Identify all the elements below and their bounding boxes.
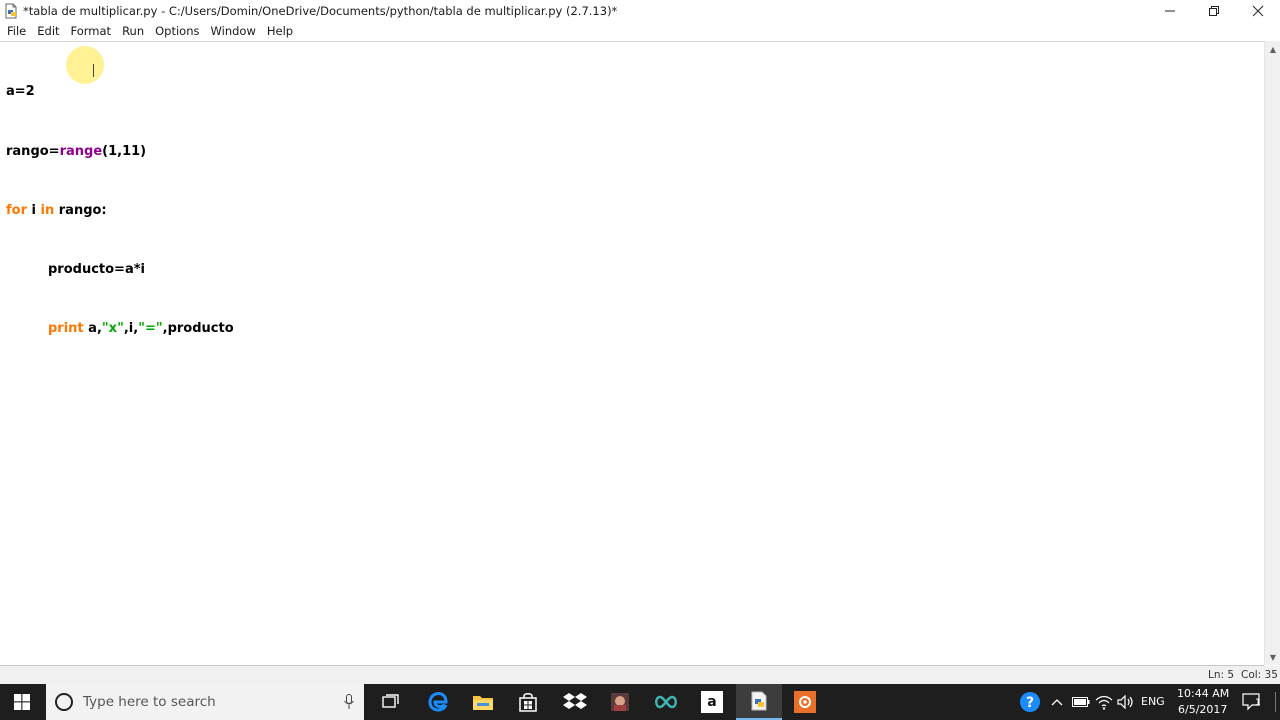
menu-edit[interactable]: Edit [32, 21, 64, 41]
code-line: for i in rango: [6, 201, 234, 221]
code-line: rango=range(1,11) [6, 142, 234, 162]
store-button[interactable] [506, 684, 550, 720]
cortana-icon [55, 693, 73, 711]
title-bar: *tabla de multiplicar.py - C:/Users/Domi… [0, 0, 1280, 21]
volume-button[interactable] [1115, 684, 1137, 720]
idle-file-icon [3, 3, 19, 19]
dropbox-button[interactable] [553, 684, 597, 720]
search-placeholder: Type here to search [83, 694, 216, 710]
close-button[interactable] [1236, 0, 1280, 21]
text-cursor-icon [93, 64, 95, 77]
string-token: "=" [138, 320, 163, 336]
photo-app-icon [611, 693, 629, 711]
action-center-button[interactable]: 1 [1238, 684, 1266, 720]
column-number: Col: 35 [1241, 669, 1278, 681]
orange-app-button[interactable] [783, 684, 827, 720]
window-title: *tabla de multiplicar.py - C:/Users/Domi… [23, 3, 618, 18]
code-text[interactable]: a=2 rango=range(1,11) for i in rango: pr… [6, 43, 234, 378]
string-token: "x" [101, 320, 124, 336]
task-view-button[interactable] [368, 684, 412, 720]
status-bar: Ln: 5 Col: 35 [0, 666, 1280, 684]
photo-app-button[interactable] [598, 684, 642, 720]
arduino-infinity-icon [655, 695, 677, 709]
menu-window[interactable]: Window [206, 21, 261, 41]
arduino-button[interactable] [644, 684, 688, 720]
code-token: rango: [54, 202, 107, 218]
builtin-token: range [59, 143, 103, 159]
restore-button[interactable] [1192, 0, 1236, 21]
speaker-icon [1117, 695, 1133, 709]
code-token: a, [83, 320, 102, 336]
idle-icon [751, 691, 767, 711]
code-token: ,producto [162, 320, 234, 336]
edge-button[interactable] [416, 684, 460, 720]
wifi-icon [1095, 695, 1113, 710]
taskbar-search[interactable]: Type here to search [46, 684, 364, 720]
task-view-icon [382, 694, 399, 708]
keyword-token: print [48, 320, 84, 336]
menu-options[interactable]: Options [150, 21, 204, 41]
microphone-icon[interactable] [344, 694, 354, 710]
code-token: a=2 [6, 84, 35, 100]
help-icon: ? [1020, 692, 1040, 712]
language-indicator[interactable]: ENG [1141, 695, 1165, 708]
code-token: ,i, [123, 320, 139, 336]
taskbar: Type here to search a ? ENG 10:44 AM 6/5… [0, 684, 1280, 720]
line-number: Ln: 5 [1208, 669, 1235, 681]
svg-text:a: a [707, 694, 716, 710]
restore-icon [1209, 5, 1219, 16]
vertical-scrollbar[interactable]: ▲ ▼ [1264, 41, 1280, 665]
folder-icon [473, 696, 493, 710]
windows-logo-icon [14, 694, 30, 710]
scroll-up-icon[interactable]: ▲ [1265, 41, 1280, 57]
code-token: i [27, 202, 41, 218]
menu-run[interactable]: Run [117, 21, 149, 41]
menu-format[interactable]: Format [66, 21, 117, 41]
network-button[interactable] [1093, 684, 1115, 720]
orange-app-icon [794, 691, 816, 713]
minimize-icon [1165, 10, 1175, 11]
menu-help[interactable]: Help [262, 21, 298, 41]
store-bag-icon [519, 693, 537, 712]
code-line: print a,"x",i,"=",producto [6, 319, 234, 339]
help-tray-button[interactable]: ? [1016, 684, 1044, 720]
code-line: producto=a*i [6, 260, 234, 280]
keyword-token: for [6, 202, 27, 218]
battery-button[interactable] [1070, 684, 1092, 720]
chevron-up-icon [1051, 699, 1063, 706]
amazon-icon: a [701, 691, 723, 713]
dropbox-icon [563, 693, 587, 709]
code-token: rango= [6, 143, 60, 159]
amazon-button[interactable]: a [690, 684, 734, 720]
show-desktop-divider [1274, 692, 1276, 712]
menu-bar: File Edit Format Run Options Window Help [0, 21, 1280, 41]
code-token: producto=a*i [48, 261, 145, 277]
keyword-token: in [40, 202, 55, 218]
code-line: a=2 [6, 82, 234, 102]
clock-time[interactable]: 10:44 AM [1177, 687, 1229, 700]
clock-date[interactable]: 6/5/2017 [1178, 703, 1227, 716]
minimize-button[interactable] [1148, 0, 1192, 21]
file-explorer-button[interactable] [461, 684, 505, 720]
code-token: (1,11) [102, 143, 147, 159]
notification-count: 1 [1255, 698, 1261, 708]
edge-icon [428, 692, 448, 712]
menu-file[interactable]: File [2, 21, 31, 41]
close-icon [1252, 5, 1264, 16]
code-editor[interactable]: a=2 rango=range(1,11) for i in rango: pr… [0, 41, 1264, 665]
svg-text:?: ? [1026, 695, 1034, 711]
battery-icon [1072, 697, 1090, 707]
idle-taskbar-button[interactable] [736, 684, 782, 720]
show-hidden-icons-button[interactable] [1046, 684, 1068, 720]
scroll-down-icon[interactable]: ▼ [1265, 649, 1280, 665]
show-desktop-button[interactable] [1270, 684, 1280, 720]
start-button[interactable] [0, 684, 44, 720]
